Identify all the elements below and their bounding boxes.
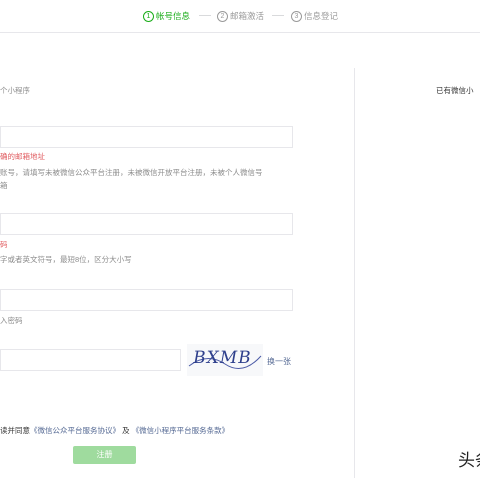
step-number-2: 2 [217, 11, 228, 23]
captcha-text: BXMB [191, 348, 254, 368]
vertical-divider [354, 68, 355, 478]
step-separator [272, 15, 284, 16]
password-error: 码 [0, 240, 8, 249]
step-account-info: 1 帐号信息 [143, 10, 191, 23]
email-hint: 账号，请填写未被微信公众平台注册，未被微信开放平台注册，未被个人微信号 [0, 168, 263, 177]
password-input[interactable] [0, 213, 293, 235]
register-button[interactable]: 注册 [73, 446, 136, 464]
password-hint: 字或者英文符号，最短8位，区分大小写 [0, 255, 132, 264]
watermark-text: 头条 [458, 451, 480, 471]
captcha-image[interactable]: BXMB [187, 344, 263, 376]
step-number-1: 1 [143, 11, 154, 23]
have-account-text: 已有微信小 [436, 86, 474, 95]
email-error: 确的邮箱地址 [0, 152, 45, 161]
refresh-captcha-link[interactable]: 换一张 [267, 356, 291, 367]
captcha-input[interactable] [0, 349, 181, 371]
service-agreement-link[interactable]: 《微信公众平台服务协议》 [30, 426, 120, 435]
step-number-3: 3 [291, 11, 302, 23]
agreement-line: 读并同意《微信公众平台服务协议》 及 《微信小程序平台服务条款》 [0, 425, 229, 436]
step-info-registration: 3 信息登记 [291, 10, 339, 23]
form-intro: 个小程序 [0, 86, 30, 95]
email-input[interactable] [0, 126, 293, 148]
agreement-and: 及 [122, 426, 130, 435]
step-label-account-info: 帐号信息 [156, 11, 191, 21]
confirm-password-input[interactable] [0, 289, 293, 311]
step-separator [199, 15, 211, 16]
step-label-info-registration: 信息登记 [304, 11, 339, 21]
confirm-password-hint: 入密码 [0, 316, 23, 325]
agreement-prefix: 读并同意 [0, 426, 30, 435]
mini-program-terms-link[interactable]: 《微信小程序平台服务条款》 [132, 426, 230, 435]
step-email-activation: 2 邮箱激活 [217, 10, 265, 23]
email-hint-cont: 箱 [0, 181, 8, 190]
step-label-email-activation: 邮箱激活 [230, 11, 265, 21]
registration-steps: 1 帐号信息 2 邮箱激活 3 信息登记 [0, 0, 480, 33]
